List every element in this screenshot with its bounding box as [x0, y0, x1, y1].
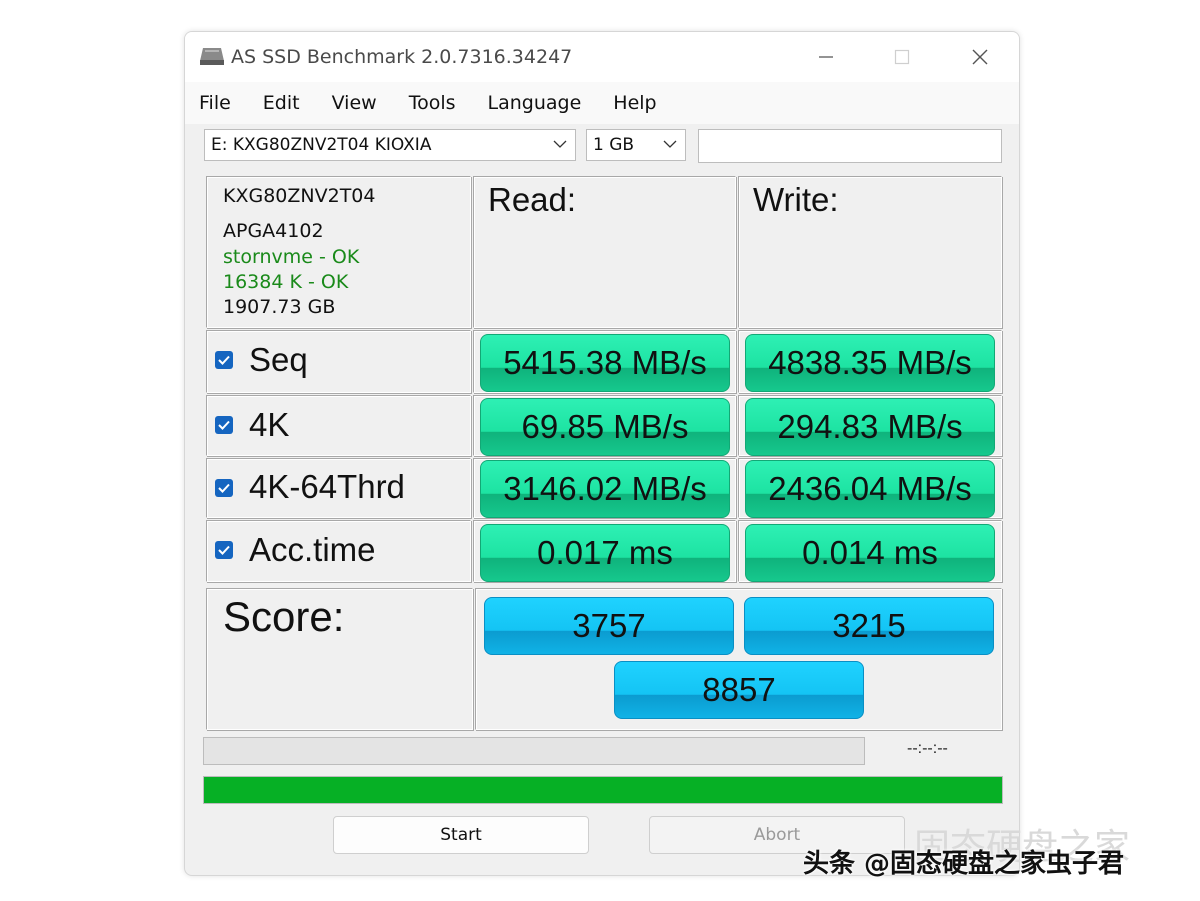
drive-capacity: 1907.73 GB: [223, 296, 336, 318]
4k-label: 4K: [249, 406, 290, 443]
minimize-icon: [819, 56, 833, 58]
acc-time-read-value: 0.017 ms: [480, 524, 730, 582]
4k-64thrd-write-cell: 2436.04 MB/s: [738, 458, 1002, 518]
start-button[interactable]: Start: [333, 816, 589, 854]
4k-read-value: 69.85 MB/s: [480, 398, 730, 456]
acc-time-write-value: 0.014 ms: [745, 524, 995, 582]
4k-read-cell: 69.85 MB/s: [473, 395, 736, 456]
score-label: Score:: [223, 593, 345, 640]
acc-time-label: Acc.time: [249, 531, 376, 568]
maximize-button[interactable]: [879, 42, 925, 72]
app-window: AS SSD Benchmark 2.0.7316.34247 File Edi…: [184, 31, 1020, 876]
test-progress-bar: [203, 737, 865, 765]
read-header-cell: Read:: [473, 176, 736, 328]
check-icon: [218, 483, 230, 493]
drive-select-value: E: KXG80ZNV2T04 KIOXIA: [211, 135, 432, 155]
read-header: Read:: [488, 181, 577, 218]
test-row-4k-64thrd: 4K-64Thrd: [206, 458, 471, 518]
title-bar[interactable]: AS SSD Benchmark 2.0.7316.34247: [185, 32, 1019, 82]
check-icon: [218, 545, 230, 555]
menu-tools[interactable]: Tools: [409, 92, 456, 114]
driver-status: stornvme - OK: [223, 246, 360, 268]
write-header: Write:: [753, 181, 839, 218]
4k-write-value: 294.83 MB/s: [745, 398, 995, 456]
elapsed-time: --:--:--: [907, 740, 948, 757]
4k-checkbox[interactable]: [215, 416, 233, 434]
menu-help[interactable]: Help: [613, 92, 656, 114]
check-icon: [218, 420, 230, 430]
size-select-value: 1 GB: [593, 135, 635, 155]
alignment-status: 16384 K - OK: [223, 271, 349, 293]
drive-firmware: APGA4102: [223, 220, 324, 242]
window-title: AS SSD Benchmark 2.0.7316.34247: [231, 46, 573, 68]
4k-64thrd-read-value: 3146.02 MB/s: [480, 460, 730, 518]
close-button[interactable]: [957, 42, 1003, 72]
completion-bar: [203, 776, 1003, 804]
acc-time-write-cell: 0.014 ms: [738, 520, 1002, 582]
test-row-acc-time: Acc.time: [206, 520, 471, 582]
acc-time-read-cell: 0.017 ms: [473, 520, 736, 582]
score-label-cell: Score:: [206, 588, 473, 730]
chevron-down-icon: [663, 140, 677, 148]
drive-icon: [199, 44, 225, 66]
acc-time-checkbox[interactable]: [215, 541, 233, 559]
4k-64thrd-checkbox[interactable]: [215, 479, 233, 497]
menu-language[interactable]: Language: [488, 92, 582, 114]
menu-file[interactable]: File: [199, 92, 231, 114]
watermark-text: 头条 @固态硬盘之家虫子君: [803, 849, 1125, 879]
menu-view[interactable]: View: [332, 92, 377, 114]
drive-model: KXG80ZNV2T04: [223, 185, 376, 207]
check-icon: [218, 355, 230, 365]
drive-select[interactable]: E: KXG80ZNV2T04 KIOXIA: [204, 129, 576, 161]
maximize-icon: [894, 49, 910, 65]
seq-write-cell: 4838.35 MB/s: [738, 330, 1002, 393]
menu-bar: File Edit View Tools Language Help: [185, 82, 1019, 124]
drive-info-panel: KXG80ZNV2T04 APGA4102 stornvme - OK 1638…: [206, 176, 471, 328]
seq-read-cell: 5415.38 MB/s: [473, 330, 736, 393]
write-header-cell: Write:: [738, 176, 1002, 328]
seq-write-value: 4838.35 MB/s: [745, 334, 995, 392]
test-row-4k: 4K: [206, 395, 471, 456]
minimize-button[interactable]: [803, 42, 849, 72]
size-select[interactable]: 1 GB: [586, 129, 686, 161]
score-write: 3215: [744, 597, 994, 655]
4k-write-cell: 294.83 MB/s: [738, 395, 1002, 456]
4k-64thrd-read-cell: 3146.02 MB/s: [473, 458, 736, 518]
4k-64thrd-write-value: 2436.04 MB/s: [745, 460, 995, 518]
menu-edit[interactable]: Edit: [263, 92, 300, 114]
score-values-cell: 3757 3215 8857: [475, 588, 1002, 730]
chevron-down-icon: [553, 140, 567, 148]
info-text-field[interactable]: [698, 129, 1002, 163]
test-row-seq: Seq: [206, 330, 471, 393]
seq-read-value: 5415.38 MB/s: [480, 334, 730, 392]
seq-label: Seq: [249, 341, 308, 378]
4k-64thrd-label: 4K-64Thrd: [249, 468, 405, 505]
close-icon: [972, 49, 988, 65]
score-read: 3757: [484, 597, 734, 655]
score-total: 8857: [614, 661, 864, 719]
completion-bar-fill: [204, 777, 1002, 803]
seq-checkbox[interactable]: [215, 351, 233, 369]
